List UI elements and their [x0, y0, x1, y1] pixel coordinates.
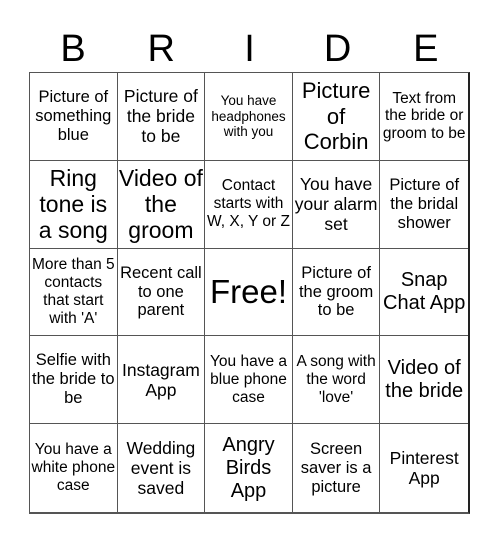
bingo-cell[interactable]: Picture of the groom to be	[292, 248, 381, 337]
bingo-cell[interactable]: Picture of the bridal shower	[380, 161, 468, 249]
bingo-cell[interactable]: Picture of the bride to be	[117, 73, 206, 161]
bingo-header: B R I D E	[29, 26, 470, 72]
free-space[interactable]: Free!	[205, 248, 293, 337]
header-letter-i: I	[244, 28, 255, 70]
bingo-cell[interactable]: Video of the bride	[380, 336, 468, 425]
bingo-cell[interactable]: Picture of Corbin	[292, 73, 381, 161]
bingo-cell[interactable]: You have your alarm set	[292, 160, 381, 249]
bingo-cell[interactable]: Contact starts with W, X, Y or Z	[205, 160, 293, 249]
bingo-cell[interactable]: You have a blue phone case	[205, 336, 293, 425]
header-letter-b: B	[60, 28, 86, 70]
header-letter-r: R	[147, 28, 175, 70]
bingo-cell[interactable]: Video of the groom	[117, 160, 206, 249]
bingo-cell[interactable]: Recent call to one parent	[117, 248, 206, 337]
bingo-cell[interactable]: Snap Chat App	[380, 249, 468, 337]
header-letter-d: D	[323, 28, 352, 70]
bingo-cell[interactable]: Text from the bride or groom to be	[380, 73, 468, 161]
bingo-grid: Picture of something blue Picture of the…	[29, 72, 470, 514]
bingo-cell[interactable]: Pinterest App	[380, 424, 468, 512]
bingo-cell[interactable]: More than 5 contacts that start with 'A'	[30, 248, 118, 337]
bingo-cell[interactable]: Picture of something blue	[30, 73, 118, 161]
bingo-cell[interactable]: Instagram App	[117, 336, 206, 425]
bingo-cell[interactable]: A song with the word 'love'	[292, 336, 381, 425]
bingo-cell[interactable]: Angry Birds App	[205, 424, 293, 512]
bingo-cell[interactable]: Selfie with the bride to be	[30, 336, 118, 425]
header-letter-e: E	[413, 28, 439, 70]
bingo-cell[interactable]: You have a white phone case	[30, 424, 118, 512]
bingo-cell[interactable]: You have headphones with you	[205, 73, 293, 161]
bingo-cell[interactable]: Wedding event is saved	[118, 424, 206, 512]
bingo-cell[interactable]: Ring tone is a song	[30, 160, 118, 249]
bingo-cell[interactable]: Screen saver is a picture	[293, 424, 381, 512]
